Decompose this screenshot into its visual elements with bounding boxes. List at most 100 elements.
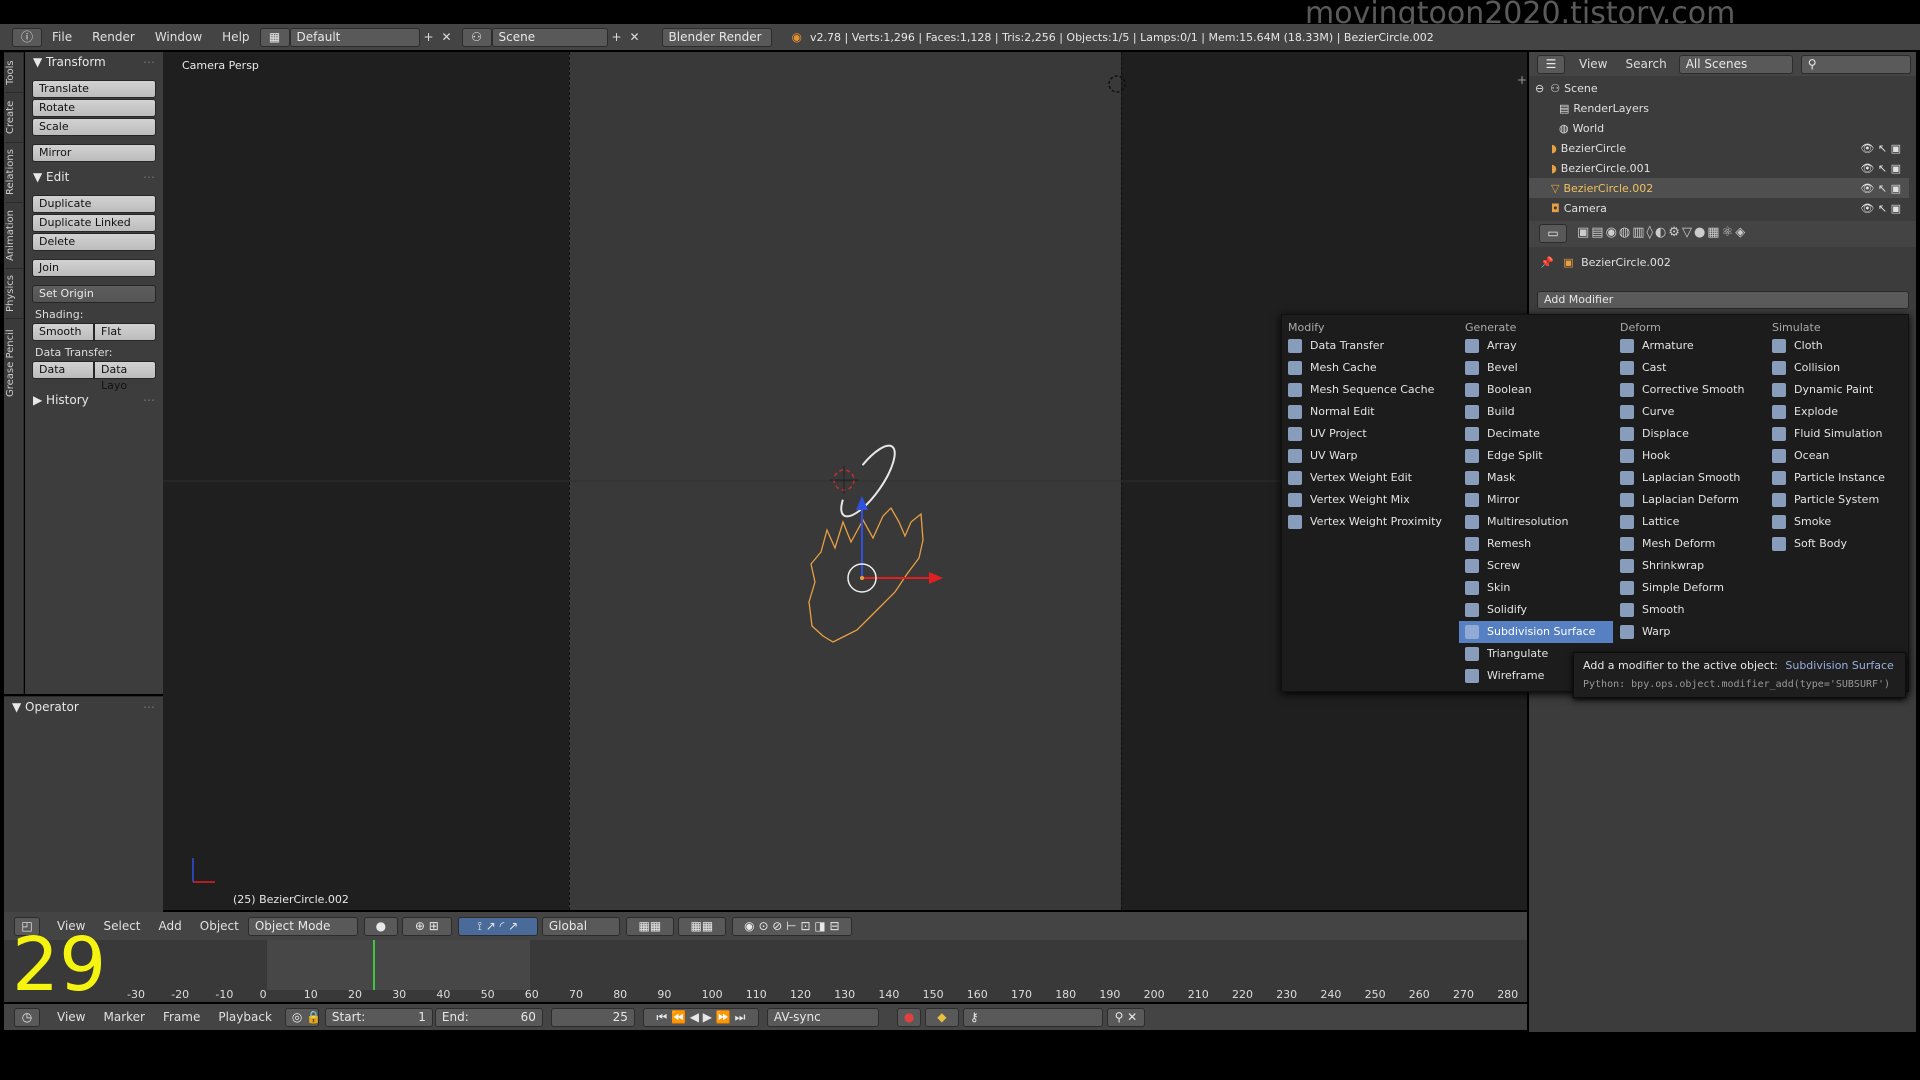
render-engine-dropdown[interactable]: Blender Render	[661, 27, 772, 47]
record-icon[interactable]: ●	[896, 1007, 921, 1027]
add-scene-icon[interactable]: +	[608, 30, 626, 44]
menu-file[interactable]: File	[42, 30, 82, 44]
modifier-item-multiresolution[interactable]: Multiresolution	[1459, 511, 1613, 533]
tab-create[interactable]: Create	[5, 92, 23, 142]
modifier-item-mesh-cache[interactable]: Mesh Cache	[1282, 357, 1458, 379]
modifier-item-mask[interactable]: Mask	[1459, 467, 1613, 489]
visibility-icons[interactable]: 👁 ↖ ▣	[1860, 202, 1901, 215]
modifier-item-normal-edit[interactable]: Normal Edit	[1282, 401, 1458, 423]
pivot-icon[interactable]: ⊕ ⊞	[401, 916, 452, 936]
editor-type-icon[interactable]: ⓘ	[12, 27, 42, 47]
expand-icon[interactable]: ⊖	[1535, 82, 1544, 95]
transform-orientation-dropdown[interactable]: Global	[541, 916, 620, 936]
modifier-item-collision[interactable]: Collision	[1766, 357, 1906, 379]
start-frame-field[interactable]: Start: 1	[324, 1007, 433, 1027]
scene-dropdown[interactable]: Scene	[491, 27, 608, 47]
modifier-item-shrinkwrap[interactable]: Shrinkwrap	[1614, 555, 1764, 577]
modifier-item-screw[interactable]: Screw	[1459, 555, 1613, 577]
outliner-row-beziercircle[interactable]: ◗ BezierCircle 👁 ↖ ▣	[1529, 138, 1909, 158]
modifier-item-vertex-weight-proximity[interactable]: Vertex Weight Proximity	[1282, 511, 1458, 533]
modifier-item-cloth[interactable]: Cloth	[1766, 335, 1906, 357]
modifier-item-smooth[interactable]: Smooth	[1614, 599, 1764, 621]
modifier-item-laplacian-smooth[interactable]: Laplacian Smooth	[1614, 467, 1764, 489]
sync-dropdown[interactable]: AV-sync	[766, 1007, 879, 1027]
modifier-item-mirror[interactable]: Mirror	[1459, 489, 1613, 511]
set-origin-dropdown[interactable]: Set Origin	[32, 285, 156, 303]
edit-panel-header[interactable]: ▼ Edit ⋯	[25, 167, 163, 187]
modifier-item-edge-split[interactable]: Edge Split	[1459, 445, 1613, 467]
modifier-item-uv-warp[interactable]: UV Warp	[1282, 445, 1458, 467]
add-modifier-dropdown[interactable]: Add Modifier	[1537, 291, 1909, 309]
menu-playback[interactable]: Playback	[209, 1010, 281, 1024]
layout-dropdown[interactable]: Default	[289, 27, 420, 47]
menu-frame[interactable]: Frame	[154, 1010, 209, 1024]
viewport-shading-icon[interactable]: ●	[363, 916, 398, 936]
tab-grease-pencil[interactable]: Grease Pencil	[5, 318, 23, 408]
visibility-icons[interactable]: 👁 ↖ ▣	[1860, 142, 1901, 155]
scene-icon[interactable]: ⚇	[461, 27, 492, 47]
modifier-item-bevel[interactable]: Bevel	[1459, 357, 1613, 379]
flat-button[interactable]: Flat	[94, 323, 156, 341]
modifier-item-data-transfer[interactable]: Data Transfer	[1282, 335, 1458, 357]
modifier-item-simple-deform[interactable]: Simple Deform	[1614, 577, 1764, 599]
editor-type-icon[interactable]: ▭	[1539, 224, 1567, 243]
menu-object[interactable]: Object	[191, 919, 248, 933]
modifier-item-remesh[interactable]: Remesh	[1459, 533, 1613, 555]
modifier-item-boolean[interactable]: Boolean	[1459, 379, 1613, 401]
mirror-button[interactable]: Mirror	[32, 144, 156, 162]
editor-type-icon[interactable]: ◷	[14, 1007, 40, 1027]
menu-add[interactable]: Add	[150, 919, 191, 933]
modifier-item-cast[interactable]: Cast	[1614, 357, 1764, 379]
menu-window[interactable]: Window	[145, 30, 212, 44]
menu-view-timeline[interactable]: View	[48, 1010, 94, 1024]
outliner-menu-search[interactable]: Search	[1625, 57, 1666, 71]
scale-button[interactable]: Scale	[32, 118, 156, 136]
modifier-item-soft-body[interactable]: Soft Body	[1766, 533, 1906, 555]
modifier-item-hook[interactable]: Hook	[1614, 445, 1764, 467]
modifier-item-vertex-weight-mix[interactable]: Vertex Weight Mix	[1282, 489, 1458, 511]
modifier-item-dynamic-paint[interactable]: Dynamic Paint	[1766, 379, 1906, 401]
timeline-current-frame[interactable]	[373, 940, 375, 990]
layers-grid-2[interactable]: ▦▦	[677, 916, 726, 936]
outliner-menu-view[interactable]: View	[1579, 57, 1607, 71]
modifier-item-curve[interactable]: Curve	[1614, 401, 1764, 423]
modifier-item-uv-project[interactable]: UV Project	[1282, 423, 1458, 445]
tab-relations[interactable]: Relations	[5, 142, 23, 202]
join-button[interactable]: Join	[32, 259, 156, 277]
outliner-filter-dropdown[interactable]: All Scenes	[1678, 54, 1793, 74]
menu-render[interactable]: Render	[82, 30, 145, 44]
modifier-item-fluid-simulation[interactable]: Fluid Simulation	[1766, 423, 1906, 445]
modifier-item-vertex-weight-edit[interactable]: Vertex Weight Edit	[1282, 467, 1458, 489]
duplicate-linked-button[interactable]: Duplicate Linked	[32, 214, 156, 232]
outliner-row-scene[interactable]: ⊖ ⚇ Scene	[1529, 78, 1909, 98]
history-panel-header[interactable]: ▶ History ⋯	[25, 390, 163, 410]
modifier-item-skin[interactable]: Skin	[1459, 577, 1613, 599]
operator-panel-header[interactable]: ▼ Operator ⋯	[4, 697, 163, 717]
remove-scene-icon[interactable]: ✕	[626, 30, 644, 44]
delete-button[interactable]: Delete	[32, 233, 156, 251]
rotate-button[interactable]: Rotate	[32, 99, 156, 117]
keying-set-field[interactable]: ⚷	[962, 1007, 1103, 1027]
modifier-item-particle-system[interactable]: Particle System	[1766, 489, 1906, 511]
translate-button[interactable]: Translate	[32, 80, 156, 98]
modifier-item-warp[interactable]: Warp	[1614, 621, 1764, 643]
modifier-item-ocean[interactable]: Ocean	[1766, 445, 1906, 467]
modifier-item-subdivision-surface[interactable]: Subdivision Surface	[1459, 621, 1613, 643]
outliner-row-beziercircle-001[interactable]: ◗ BezierCircle.001 👁 ↖ ▣	[1529, 158, 1909, 178]
remove-layout-icon[interactable]: ✕	[438, 30, 456, 44]
mode-dropdown[interactable]: Object Mode	[247, 916, 358, 936]
modifier-item-smoke[interactable]: Smoke	[1766, 511, 1906, 533]
playback-controls[interactable]: ⏮ ⏪ ◀ ▶ ⏩ ⏭	[642, 1007, 759, 1027]
visibility-icons[interactable]: 👁 ↖ ▣	[1860, 182, 1901, 195]
smooth-button[interactable]: Smooth	[32, 323, 94, 341]
tab-tools[interactable]: Tools	[5, 52, 23, 92]
tab-physics[interactable]: Physics	[5, 268, 23, 318]
transform-panel-header[interactable]: ▼ Transform ⋯	[25, 52, 163, 72]
modifier-item-armature[interactable]: Armature	[1614, 335, 1764, 357]
modifier-item-particle-instance[interactable]: Particle Instance	[1766, 467, 1906, 489]
snap-render-icons[interactable]: ◉ ⊙ ⊘ ⊢ ⊡ ◨ ⊟	[731, 916, 852, 936]
properties-context-tabs[interactable]: ▣▤◉◍▥◊◐⚙▽●▦⚛◈	[1577, 225, 1747, 240]
modifier-item-displace[interactable]: Displace	[1614, 423, 1764, 445]
modifier-item-laplacian-deform[interactable]: Laplacian Deform	[1614, 489, 1764, 511]
outliner-row-world[interactable]: ◍ World	[1529, 118, 1909, 138]
